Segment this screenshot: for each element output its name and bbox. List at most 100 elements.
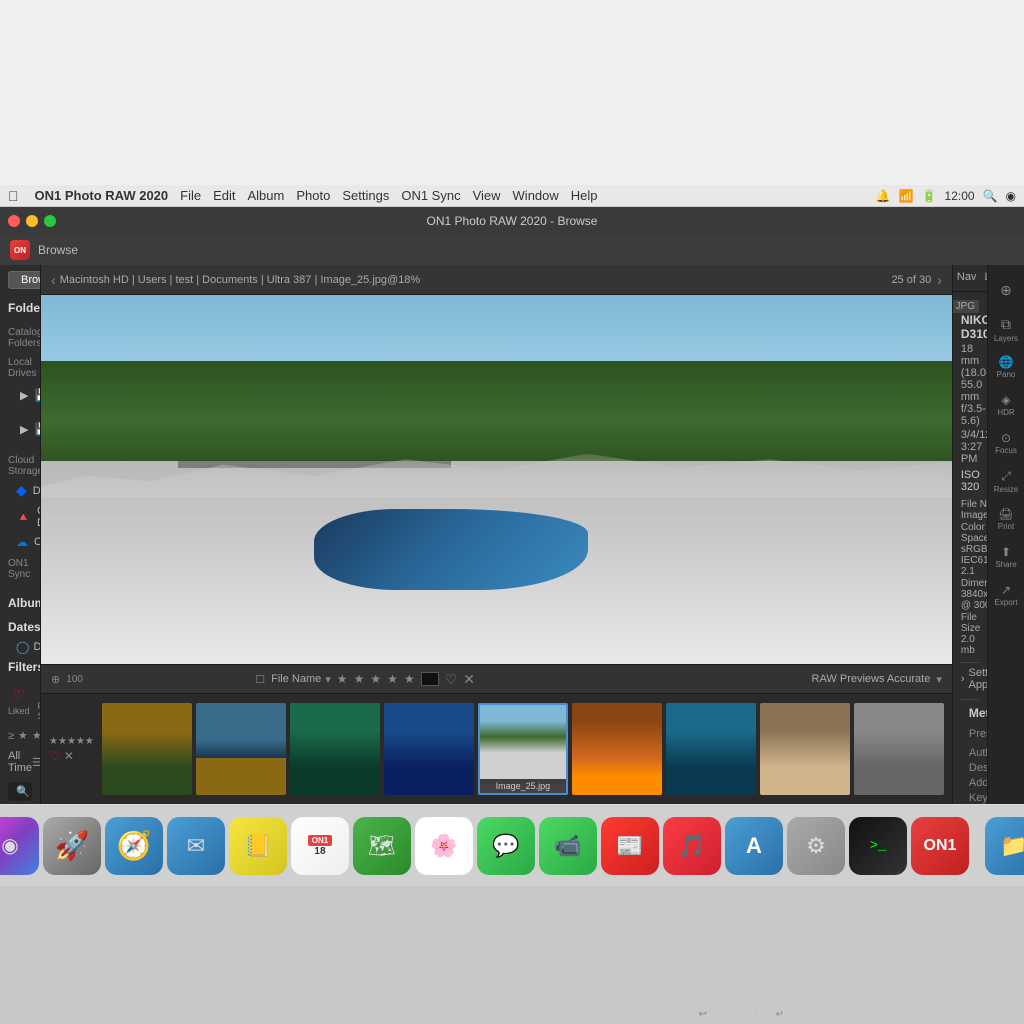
filmstrip-thumb-6[interactable] (572, 703, 662, 795)
dock-safari[interactable]: 🧭 (105, 817, 163, 875)
siri-menu-icon[interactable]: ◉ (1006, 189, 1016, 203)
print-tool[interactable]: 🖨 Print (988, 501, 1024, 537)
cursor-tool-icon[interactable]: ⊕ (988, 273, 1024, 309)
color-swatch-btn[interactable] (421, 672, 439, 686)
top-white-area (0, 0, 1024, 185)
keywords-label: Keywords (969, 792, 987, 804)
menu-album[interactable]: Album (248, 188, 285, 203)
time-menu-icon[interactable]: ☰ (32, 756, 41, 769)
dates-header: Dates (0, 616, 40, 638)
breadcrumb-bar: ‹ Macintosh HD | Users | test | Document… (41, 265, 952, 295)
filmstrip-star-3[interactable]: ★ (370, 672, 381, 686)
filmstrip-thumb-4[interactable] (384, 703, 474, 795)
search-menu-icon[interactable]: 🔍 (983, 189, 998, 203)
filmstrip-thumb-7[interactable] (666, 703, 756, 795)
dock-notes[interactable]: 📒 (229, 817, 287, 875)
accurate-dropdown[interactable]: ▾ (936, 673, 942, 686)
on1-sync-label: ON1 Sync (0, 558, 40, 580)
menu-on1sync[interactable]: ON1 Sync (401, 188, 460, 203)
zoom-icon[interactable]: ⊕ (51, 673, 60, 686)
filmstrip-star-4[interactable]: ★ (387, 672, 398, 686)
dock-news[interactable]: 📰 (601, 817, 659, 875)
dock-reminders[interactable]: ON1 18 (291, 817, 349, 875)
dimensions-text: Dimensions 3840x2160 @ 300 ppi (961, 578, 987, 611)
hdr-tool[interactable]: ◈ HDR (988, 387, 1024, 423)
drive-vmware[interactable]: ▶ 💾 VMware Shared Folders (0, 409, 40, 449)
vmware-expand-icon: ▶ (20, 423, 28, 436)
dock-music[interactable]: 🎵 (663, 817, 721, 875)
format-badge: JPG (953, 300, 979, 313)
fullscreen-button[interactable] (44, 215, 56, 227)
dock-prefs[interactable]: ⚙ (787, 817, 845, 875)
cloud-onedrive[interactable]: ☁ OneDrive (0, 532, 40, 552)
filmstrip-star-2[interactable]: ★ (354, 672, 365, 686)
dock-appstore[interactable]: A (725, 817, 783, 875)
filmstrip-thumb-3[interactable] (290, 703, 380, 795)
x-icon-film[interactable]: ✕ (64, 749, 74, 763)
close-button[interactable] (8, 215, 20, 227)
window-title: ON1 Photo RAW 2020 - Browse (427, 214, 598, 228)
star-2[interactable]: ★ (32, 729, 41, 742)
filmstrip-thumb-1[interactable] (102, 703, 192, 795)
minimize-button[interactable] (26, 215, 38, 227)
menu-app-name[interactable]: ON1 Photo RAW 2020 (35, 188, 169, 203)
menu-edit[interactable]: Edit (213, 188, 235, 203)
dock-photos[interactable]: 🌸 (415, 817, 473, 875)
dock-mail[interactable]: ✉ (167, 817, 225, 875)
dock-launchpad[interactable]: 🚀 (43, 817, 101, 875)
dock-messages[interactable]: 💬 (477, 817, 535, 875)
resize-tool[interactable]: ⤢ Resize (988, 463, 1024, 499)
filmstrip-thumb-active[interactable]: Image_25.jpg (478, 703, 568, 795)
filmstrip-x-icon[interactable]: ✕ (463, 671, 475, 688)
focus-tool[interactable]: ⊙ Focus (988, 425, 1024, 461)
filmstrip-thumb-8[interactable] (760, 703, 850, 795)
filmstrip-star-1[interactable]: ★ (337, 672, 348, 686)
dock-files[interactable]: 📁 (985, 817, 1024, 875)
filmstrip-thumb-2[interactable] (196, 703, 286, 795)
dock-siri[interactable]: ◉ (0, 817, 39, 875)
menu-file[interactable]: File (180, 188, 201, 203)
notification-icon[interactable]: 🔔 (876, 189, 891, 203)
menu-view[interactable]: View (473, 188, 501, 203)
cloud-googledrive[interactable]: 🔺 Google Drive (0, 502, 40, 532)
date-item[interactable]: ◯ Date (0, 638, 40, 656)
app-container: ON1 Photo RAW 2020 - Browse ON Browse Br… (0, 207, 1024, 804)
menu-help[interactable]: Help (571, 188, 598, 203)
sort-filename-button[interactable]: File Name ▾ (271, 673, 331, 686)
color-space-text: Color Space sRGB IEC61966-2.1 (961, 522, 987, 577)
menu-window[interactable]: Window (513, 188, 559, 203)
tab-browse[interactable]: Browse (8, 271, 41, 289)
heart-icon-film[interactable]: ♡ (49, 749, 60, 763)
dock-on1[interactable]: ON1 (911, 817, 969, 875)
filmstrip-right: RAW Previews Accurate ▾ (812, 673, 942, 686)
share-tool[interactable]: ⬆ Share (988, 539, 1024, 575)
metadata-keywords-row: Keywords (969, 792, 971, 804)
breadcrumb-forward-button[interactable]: › (937, 272, 942, 288)
date-icon: ◯ (16, 640, 29, 654)
layers-tool[interactable]: ⧉ Layers (988, 311, 1024, 347)
dock-maps[interactable]: 🗺 (353, 817, 411, 875)
filter-liked[interactable]: ♡ Liked (8, 687, 30, 716)
filmstrip-star-5[interactable]: ★ (404, 672, 415, 686)
dock-terminal[interactable]: >_ (849, 817, 907, 875)
time-text[interactable]: All Time (8, 750, 32, 774)
description-label: Description (969, 762, 987, 774)
info-section: JPG NIKON D3100 18 mm (18.0-55.0 mm f/3.… (953, 292, 987, 804)
dock-facetime[interactable]: 📹 (539, 817, 597, 875)
settings-applied[interactable]: › Settings Applied (961, 662, 979, 695)
export-tool[interactable]: ↗ Export (988, 577, 1024, 613)
star-1[interactable]: ★ (18, 729, 28, 742)
cloud-dropbox[interactable]: ◆ Dropbox (0, 479, 40, 502)
pano-tool[interactable]: 🌐 Pano (988, 349, 1024, 385)
filmstrip-top-stars: ★★★★★ (49, 736, 94, 747)
menu-settings[interactable]: Settings (342, 188, 389, 203)
main-image-area[interactable] (41, 295, 952, 664)
drive-macintosh[interactable]: ▶ 💾 Macintosh HD (0, 381, 40, 409)
filmstrip-thumb-9[interactable] (854, 703, 944, 795)
breadcrumb-back-button[interactable]: ‹ (51, 272, 56, 288)
add-keyword-label: Add Keyword (969, 777, 987, 789)
filmstrip-heart-icon[interactable]: ♡ (445, 671, 458, 688)
menu-photo[interactable]: Photo (296, 188, 330, 203)
menu-bar:  ON1 Photo RAW 2020 File Edit Album Pho… (0, 185, 1024, 207)
tab-nav[interactable]: Nav (953, 265, 981, 291)
